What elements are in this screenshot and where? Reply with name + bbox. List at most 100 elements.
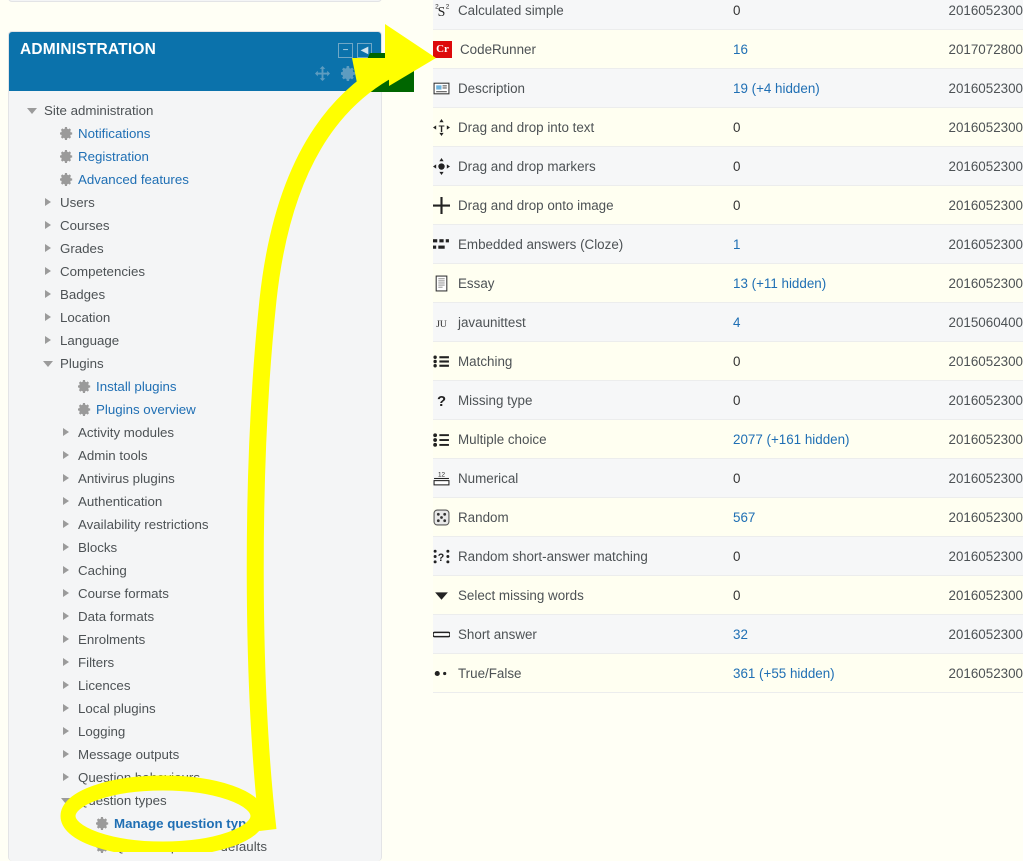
question-count-value[interactable]: 32 [733, 627, 748, 642]
question-count-cell[interactable]: 1 [733, 224, 888, 264]
chevron-right-icon[interactable] [61, 657, 72, 668]
question-count-value[interactable]: 2077 (+161 hidden) [733, 432, 850, 447]
chevron-right-icon[interactable] [43, 243, 54, 254]
chevron-right-icon[interactable] [61, 680, 72, 691]
sidebar-item-question-preview-defaults[interactable]: Question preview defaults [9, 835, 381, 858]
chevron-right-icon[interactable] [43, 312, 54, 323]
sidebar-item-notifications[interactable]: Notifications [9, 122, 381, 145]
sidebar-item-data-formats[interactable]: Data formats [9, 605, 381, 628]
sidebar-item-question-types[interactable]: Question types [9, 789, 381, 812]
chevron-right-icon[interactable] [61, 542, 72, 553]
question-count-cell: 0 [733, 458, 888, 498]
question-count-cell[interactable]: 13 (+11 hidden) [733, 263, 888, 303]
question-type-name-cell: JU javaunittest [433, 302, 733, 342]
chevron-right-icon[interactable] [61, 611, 72, 622]
sidebar-item-plugins[interactable]: Plugins [9, 352, 381, 375]
question-type-label: Drag and drop markers [458, 158, 596, 174]
question-types-table: S 2 2 Calculated simple 0 2016052300 Cr CodeRun… [433, 0, 1023, 693]
chevron-right-icon[interactable] [43, 220, 54, 231]
chevron-right-icon[interactable] [61, 450, 72, 461]
sidebar-item-plugins-overview[interactable]: Plugins overview [9, 398, 381, 421]
question-type-label: Select missing words [458, 587, 584, 603]
gear-icon[interactable] [341, 66, 356, 81]
move-icon[interactable] [315, 66, 330, 81]
sidebar-item-manage-question-types[interactable]: Manage question types [9, 812, 381, 835]
question-count-cell[interactable]: 361 (+55 hidden) [733, 653, 888, 693]
chevron-right-icon[interactable] [61, 749, 72, 760]
sidebar-item-message-outputs[interactable]: Message outputs [9, 743, 381, 766]
sidebar-item-enrolments[interactable]: Enrolments [9, 628, 381, 651]
question-count-cell[interactable]: 4 [733, 302, 888, 342]
chevron-down-icon[interactable] [27, 105, 38, 116]
question-count-value[interactable]: 361 (+55 hidden) [733, 666, 835, 681]
sidebar-item-antivirus-plugins[interactable]: Antivirus plugins [9, 467, 381, 490]
svg-text:?: ? [437, 393, 446, 408]
question-count-value[interactable]: 16 [733, 42, 748, 57]
question-count-value[interactable]: 4 [733, 315, 740, 330]
sidebar-item-courses[interactable]: Courses [9, 214, 381, 237]
chevron-right-icon[interactable] [61, 703, 72, 714]
sidebar-item-licences[interactable]: Licences [9, 674, 381, 697]
chevron-right-icon[interactable] [43, 266, 54, 277]
chevron-right-icon[interactable] [61, 726, 72, 737]
minimize-icon[interactable]: − [338, 43, 353, 58]
chevron-right-icon[interactable] [43, 335, 54, 346]
question-count-value: 0 [733, 353, 741, 369]
chevron-right-icon[interactable] [61, 588, 72, 599]
sidebar-item-competencies[interactable]: Competencies [9, 260, 381, 283]
sidebar-item-install-plugins[interactable]: Install plugins [9, 375, 381, 398]
sidebar-item-local-plugins[interactable]: Local plugins [9, 697, 381, 720]
chevron-down-icon[interactable] [61, 795, 72, 806]
numerical-icon: 12 [433, 471, 450, 485]
sidebar-item-grades[interactable]: Grades [9, 237, 381, 260]
question-count-value[interactable]: 567 [733, 510, 755, 525]
chevron-right-icon[interactable] [61, 427, 72, 438]
question-count-cell[interactable]: 19 (+4 hidden) [733, 68, 888, 108]
question-count-cell[interactable]: 567 [733, 497, 888, 537]
chevron-down-icon[interactable] [43, 358, 54, 369]
chevron-right-icon[interactable] [61, 473, 72, 484]
question-count-value[interactable]: 13 (+11 hidden) [733, 276, 826, 291]
dock-icon[interactable]: ◀ [357, 43, 372, 58]
sidebar-item-question-behaviours[interactable]: Question behaviours [9, 766, 381, 789]
sidebar-item-label: Grades [60, 241, 104, 256]
sidebar-item-authentication[interactable]: Authentication [9, 490, 381, 513]
chevron-right-icon[interactable] [61, 496, 72, 507]
missingtype-icon: ? [437, 393, 446, 408]
question-count-cell[interactable]: 32 [733, 614, 888, 654]
question-count-value[interactable]: 1 [733, 237, 740, 252]
sidebar-item-availability-restrictions[interactable]: Availability restrictions [9, 513, 381, 536]
chevron-down-icon[interactable] [361, 71, 369, 76]
sidebar-item-users[interactable]: Users [9, 191, 381, 214]
sidebar-item-location[interactable]: Location [9, 306, 381, 329]
table-row: Drag and drop markers 0 2016052300 [433, 146, 1023, 186]
question-count-value[interactable]: 19 (+4 hidden) [733, 81, 820, 96]
sidebar-item-badges[interactable]: Badges [9, 283, 381, 306]
sidebar-item-site-administration[interactable]: Site administration [9, 99, 381, 122]
sidebar-item-admin-tools[interactable]: Admin tools [9, 444, 381, 467]
calculated-simple-icon: S2 2 [435, 3, 450, 18]
sidebar-item-caching[interactable]: Caching [9, 559, 381, 582]
sidebar-item-logging[interactable]: Logging [9, 720, 381, 743]
question-type-name-cell: Drag and drop onto image [433, 185, 733, 225]
chevron-right-icon[interactable] [61, 565, 72, 576]
sidebar-item-advanced-features[interactable]: Advanced features [9, 168, 381, 191]
chevron-right-icon[interactable] [43, 197, 54, 208]
chevron-right-icon[interactable] [61, 634, 72, 645]
chevron-right-icon[interactable] [43, 289, 54, 300]
chevron-right-icon[interactable] [61, 772, 72, 783]
sidebar-item-label: Data formats [78, 609, 155, 624]
table-row: Cr CodeRunner 16 2017072800 [433, 29, 1023, 69]
sidebar-item-activity-modules[interactable]: Activity modules [9, 421, 381, 444]
sidebar-item-course-formats[interactable]: Course formats [9, 582, 381, 605]
question-count-cell[interactable]: 16 [733, 29, 888, 69]
sidebar-item-registration[interactable]: Registration [9, 145, 381, 168]
sidebar-item-blocks[interactable]: Blocks [9, 536, 381, 559]
sidebar-item-filters[interactable]: Filters [9, 651, 381, 674]
sidebar-item-language[interactable]: Language [9, 329, 381, 352]
table-row: T Drag and drop into text 0 2016052300 [433, 107, 1023, 147]
question-count-cell[interactable]: 2077 (+161 hidden) [733, 419, 888, 459]
chevron-right-icon[interactable] [61, 519, 72, 530]
